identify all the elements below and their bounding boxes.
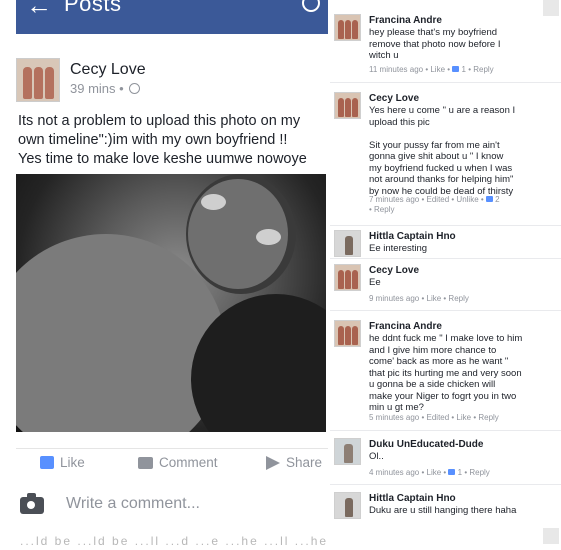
comment-meta[interactable]: 5 minutes ago • Edited • Like • Reply — [369, 413, 499, 422]
camera-icon[interactable] — [20, 493, 44, 514]
avatar[interactable] — [334, 264, 361, 291]
comment-author[interactable]: Francina Andre — [369, 321, 442, 332]
top-nav-bar: ← Posts — [16, 0, 328, 34]
share-icon — [266, 455, 280, 470]
avatar[interactable] — [334, 230, 361, 257]
divider — [330, 484, 561, 485]
post-timestamp[interactable]: 39 mins • — [70, 81, 141, 96]
share-label: Share — [286, 455, 323, 470]
comment-button[interactable]: Comment — [138, 455, 218, 470]
share-button[interactable]: Share — [266, 455, 322, 470]
comment-label: Comment — [159, 455, 218, 470]
comment-author[interactable]: Francina Andre — [369, 15, 442, 26]
divider — [330, 82, 561, 83]
write-comment-bar: Write a comment... — [16, 493, 328, 522]
cropped-thumbnail — [543, 528, 559, 544]
avatar[interactable] — [16, 58, 60, 102]
back-arrow-icon[interactable]: ← — [26, 0, 52, 18]
comment-text: Ee — [369, 277, 381, 288]
comment-meta: 4 minutes ago • Like • 1 • Reply — [369, 468, 490, 477]
comment-input[interactable]: Write a comment... — [66, 495, 200, 513]
post-time: 39 mins — [70, 81, 116, 96]
comment-text: hey please that's my boyfriend remove th… — [369, 27, 501, 61]
comments-panel: Francina Andre hey please that's my boyf… — [330, 0, 561, 550]
post-panel: ← Posts Cecy Love 39 mins • Its not a pr… — [0, 0, 330, 550]
search-icon[interactable] — [302, 0, 320, 12]
comment-text: he ddnt fuck me " I make love to him and… — [369, 333, 523, 413]
comment-item: Francina Andre he ddnt fuck me " I make … — [334, 320, 561, 430]
post-action-bar: Like Comment Share — [16, 448, 328, 479]
like-count-icon — [448, 469, 456, 475]
post-header: Cecy Love 39 mins • — [16, 58, 328, 104]
comment-meta[interactable]: 9 minutes ago • Like • Reply — [369, 294, 469, 303]
avatar[interactable] — [334, 438, 361, 465]
thumbs-up-icon — [40, 456, 54, 469]
divider — [330, 310, 561, 311]
avatar[interactable] — [334, 14, 361, 41]
comment-item: Cecy Love Ee 9 minutes ago • Like • Repl… — [334, 264, 561, 308]
comment-item: Francina Andre hey please that's my boyf… — [334, 14, 561, 92]
like-count-icon — [485, 196, 493, 202]
comment-item: Duku UnEducated-Dude Ol.. 4 minutes ago … — [334, 438, 561, 480]
comment-text: Yes here u come " u are a reason I uploa… — [369, 105, 516, 197]
comment-author[interactable]: Hittla Captain Hno — [369, 493, 456, 504]
comment-text: Duku are u still hanging there haha — [369, 505, 517, 516]
nav-title: Posts — [64, 0, 122, 16]
comment-author[interactable]: Cecy Love — [369, 93, 419, 104]
comment-item: Hittla Captain Hno Ee interesting — [334, 230, 561, 258]
comment-item: Hittla Captain Hno Duku are u still hang… — [334, 492, 561, 522]
avatar[interactable] — [334, 320, 361, 347]
comment-text: Ee interesting — [369, 243, 428, 254]
comment-meta: 7 minutes ago • Edited • Unlike • 2 • Re… — [369, 195, 500, 214]
comment-author[interactable]: Duku UnEducated-Dude — [369, 439, 483, 450]
divider — [330, 258, 561, 259]
post-author-name[interactable]: Cecy Love — [70, 61, 146, 79]
like-label: Like — [60, 455, 85, 470]
comment-icon — [138, 456, 153, 469]
globe-icon — [129, 83, 141, 94]
comment-author[interactable]: Cecy Love — [369, 265, 419, 276]
avatar[interactable] — [334, 92, 361, 119]
post-text: Its not a problem to upload this photo o… — [18, 113, 307, 167]
comment-meta: 11 minutes ago • Like • 1 • Reply — [369, 65, 494, 74]
comment-text: Ol.. — [369, 451, 384, 462]
comment-author[interactable]: Hittla Captain Hno — [369, 231, 456, 242]
like-count-icon — [452, 66, 460, 72]
like-button[interactable]: Like — [40, 455, 85, 470]
comment-item: Cecy Love Yes here u come " u are a reas… — [334, 92, 561, 222]
divider — [330, 430, 561, 431]
divider — [330, 225, 561, 226]
post-photo[interactable] — [16, 174, 326, 432]
avatar[interactable] — [334, 492, 361, 519]
